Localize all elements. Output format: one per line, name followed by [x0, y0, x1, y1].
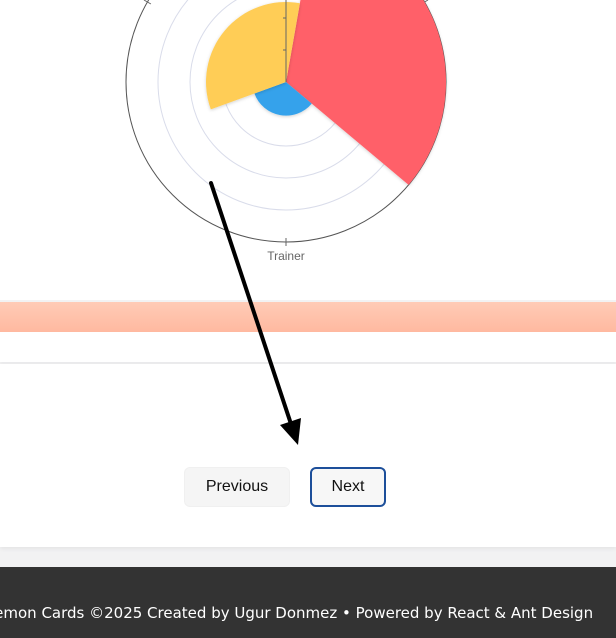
- header-strip: [0, 302, 616, 332]
- pagination-card: Previous Next: [0, 364, 616, 547]
- footer: kemon Cards ©2025 Created by Ugur Donmez…: [0, 567, 616, 638]
- previous-button[interactable]: Previous: [184, 467, 290, 507]
- chart-card: 600Trainer: [0, 0, 616, 300]
- footer-text: kemon Cards ©2025 Created by Ugur Donmez…: [0, 604, 594, 622]
- polar-area-chart: 600Trainer: [125, 0, 447, 263]
- axis-label: Trainer: [267, 249, 305, 263]
- axis-tick: [143, 0, 152, 5]
- strip-panel: [0, 332, 616, 362]
- chart-slice: [286, 0, 446, 185]
- next-button[interactable]: Next: [310, 467, 386, 507]
